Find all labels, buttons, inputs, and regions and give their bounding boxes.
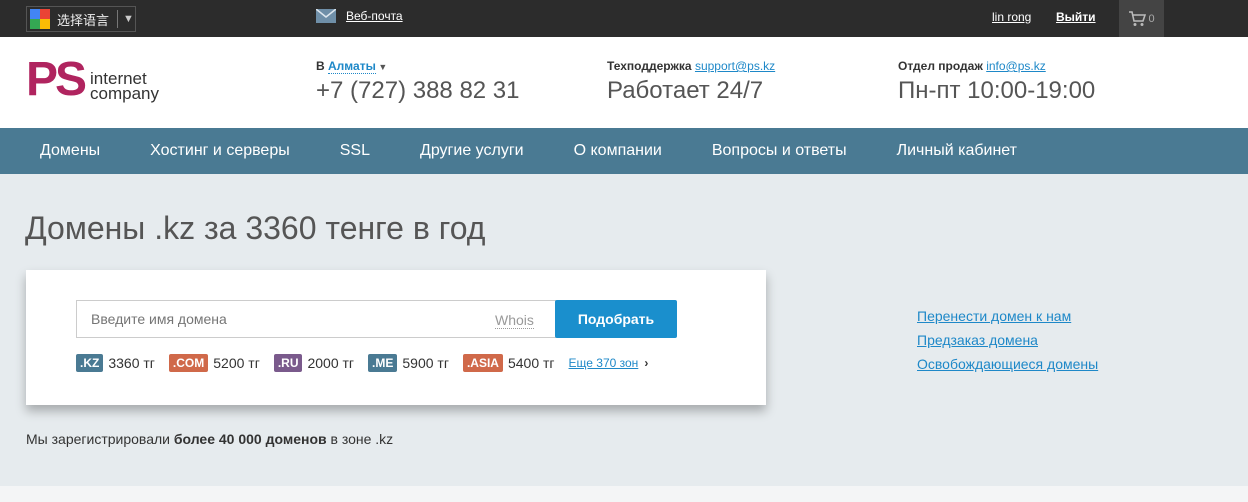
nav-about[interactable]: О компании <box>574 142 662 160</box>
whois-link[interactable]: Whois <box>495 312 534 329</box>
logo-ps: PS <box>26 53 87 106</box>
domain-search-card: Whois Подобрать .KZ 3360 тг .COM 5200 тг… <box>26 270 766 405</box>
logo-text: internet company <box>90 70 160 103</box>
support-email-link[interactable]: support@ps.kz <box>695 59 775 73</box>
more-zones-link[interactable]: Еще 370 зон <box>569 356 639 370</box>
main-nav: Домены Хостинг и серверы SSL Другие услу… <box>0 128 1248 174</box>
webmail-area: Веб-почта <box>316 9 403 23</box>
zone-item[interactable]: .ME 5900 тг <box>368 354 449 372</box>
preorder-domain-link[interactable]: Предзаказ домена <box>917 328 1098 352</box>
city-dropdown-icon: ▼ <box>375 62 388 72</box>
divider <box>117 10 119 28</box>
envelope-icon <box>316 9 336 23</box>
zone-price: 2000 тг <box>307 355 355 371</box>
zone-tag: .RU <box>273 354 303 372</box>
nav-faq[interactable]: Вопросы и ответы <box>712 142 847 160</box>
dropdown-arrow-icon: ▼ <box>123 13 134 25</box>
sales-email-link[interactable]: info@ps.kz <box>986 59 1046 73</box>
site-logo[interactable]: PS internet company <box>26 53 160 106</box>
nav-account[interactable]: Личный кабинет <box>897 142 1017 160</box>
user-profile-link[interactable]: lin rong <box>992 10 1031 24</box>
search-box: Whois <box>76 300 556 338</box>
zone-price-list: .KZ 3360 тг .COM 5200 тг .RU 2000 тг .ME… <box>76 354 648 372</box>
support-title: Техподдержка <box>607 59 692 73</box>
city-contact: В Алматы ▼ +7 (727) 388 82 31 <box>316 59 520 105</box>
site-header: PS internet company В Алматы ▼ +7 (727) … <box>0 37 1248 128</box>
nav-ssl[interactable]: SSL <box>340 142 370 160</box>
phone-number: +7 (727) 388 82 31 <box>316 77 520 104</box>
city-label: В Алматы ▼ <box>316 59 520 74</box>
webmail-link[interactable]: Веб-почта <box>346 9 403 23</box>
sales-title: Отдел продаж <box>898 59 983 73</box>
zone-item[interactable]: .KZ 3360 тг <box>76 354 155 372</box>
note-post: в зоне .kz <box>330 431 394 447</box>
transfer-domain-link[interactable]: Перенести домен к нам <box>917 304 1098 328</box>
registration-note: Мы зарегистрировали более 40 000 доменов… <box>26 431 393 447</box>
cart-icon <box>1129 10 1147 26</box>
chevron-right-icon: › <box>644 356 649 370</box>
language-selector[interactable]: 选择语言 ▼ <box>26 6 136 32</box>
footer-strip <box>0 486 1248 502</box>
city-selector[interactable]: Алматы <box>328 59 376 74</box>
city-prefix: В <box>316 59 325 73</box>
nav-domains[interactable]: Домены <box>40 142 100 160</box>
search-submit-button[interactable]: Подобрать <box>555 300 677 338</box>
google-translate-icon <box>30 9 50 29</box>
cart-count: 0 <box>1148 12 1155 25</box>
support-label: Техподдержка support@ps.kz <box>607 59 775 73</box>
zone-tag: .ME <box>368 354 398 372</box>
expiring-domains-link[interactable]: Освобождающиеся домены <box>917 352 1098 376</box>
zone-item[interactable]: .ASIA 5400 тг <box>462 354 555 372</box>
support-hours: Работает 24/7 <box>607 77 764 104</box>
zone-price: 3360 тг <box>108 355 155 371</box>
top-bar: 选择语言 ▼ Веб-почта lin rong Выйти 0 <box>0 0 1248 37</box>
domain-search-input[interactable] <box>77 301 477 337</box>
language-label: 选择语言 <box>57 13 110 29</box>
zone-tag: .COM <box>168 354 209 372</box>
cart-button[interactable]: 0 <box>1119 0 1164 37</box>
sales-contact: Отдел продаж info@ps.kz Пн-пт 10:00-19:0… <box>898 59 1095 105</box>
nav-other-services[interactable]: Другие услуги <box>420 142 524 160</box>
logout-link[interactable]: Выйти <box>1056 10 1096 24</box>
support-contact: Техподдержка support@ps.kz Работает 24/7 <box>607 59 775 105</box>
side-links: Перенести домен к нам Предзаказ домена О… <box>917 304 1098 376</box>
nav-hosting[interactable]: Хостинг и серверы <box>150 142 290 160</box>
zone-item[interactable]: .COM 5200 тг <box>168 354 260 372</box>
zone-tag: .ASIA <box>462 354 503 372</box>
zone-price: 5200 тг <box>213 355 260 371</box>
zone-item[interactable]: .RU 2000 тг <box>273 354 355 372</box>
page-title: Домены .kz за 3360 тенге в год <box>25 210 486 246</box>
sales-label: Отдел продаж info@ps.kz <box>898 59 1095 73</box>
zone-tag: .KZ <box>76 354 104 372</box>
note-bold: более 40 000 доменов <box>173 431 327 447</box>
note-pre: Мы зарегистрировали <box>26 431 170 447</box>
zone-price: 5900 тг <box>402 355 449 371</box>
sales-hours: Пн-пт 10:00-19:00 <box>898 77 1096 104</box>
zone-price: 5400 тг <box>507 355 555 371</box>
logo-line-2: company <box>90 84 160 103</box>
